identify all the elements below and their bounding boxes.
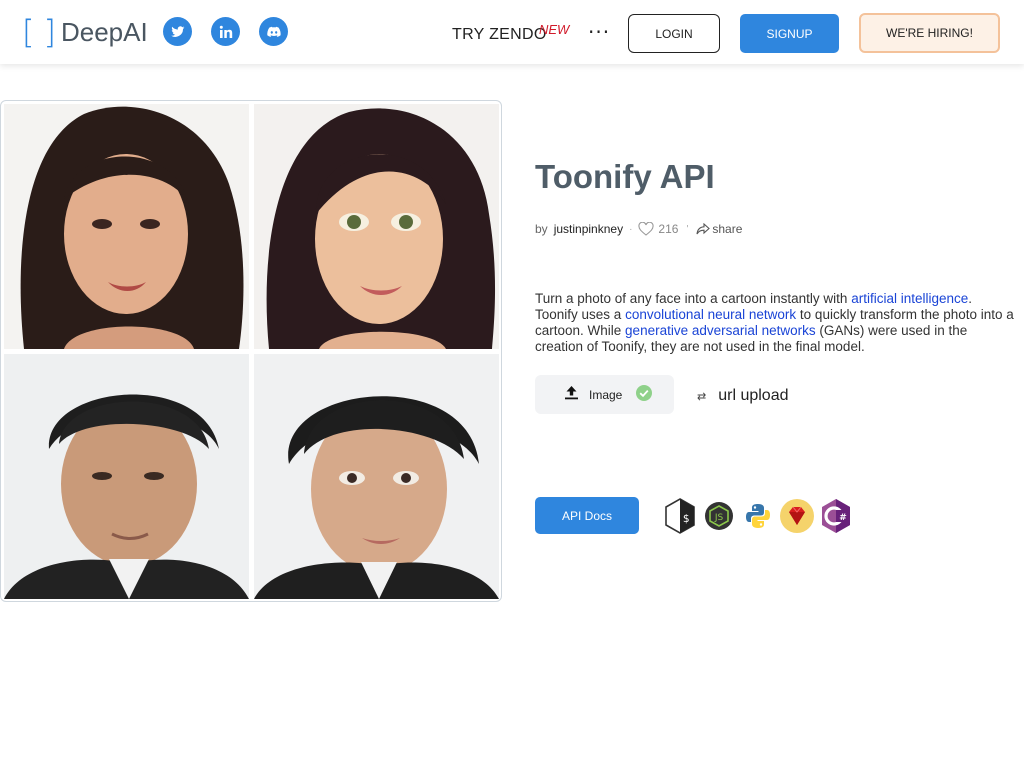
svg-text:#: # [839,513,847,523]
hiring-button[interactable]: WE'RE HIRING! [859,13,1000,53]
more-menu-icon[interactable]: ··· [588,22,610,42]
svg-text:$: $ [683,512,690,525]
cnn-link[interactable]: convolutional neural network [625,307,796,322]
desc-text-1: Turn a photo of any face into a cartoon … [535,291,852,306]
gan-link[interactable]: generative adversarial networks [625,323,816,338]
ai-link[interactable]: artificial intelligence [851,291,968,306]
logo-bracket-left: [ [22,13,35,51]
api-docs-button[interactable]: API Docs [535,497,639,534]
python-icon[interactable] [740,497,776,534]
new-badge: NEW [539,22,570,37]
heart-icon[interactable] [638,222,654,236]
nodejs-icon[interactable]: JS [701,497,737,534]
byline-separator: · [629,223,633,235]
ruby-icon[interactable] [779,497,815,534]
share-icon[interactable] [696,223,711,235]
by-label: by [535,222,548,236]
logo-bracket-right: ] [43,13,56,51]
logo-text: DeepAI [60,17,148,47]
example-photo-man-toon [254,354,499,599]
upload-icon [564,385,579,404]
svg-text:JS: JS [714,513,724,523]
login-button[interactable]: LOGIN [628,14,720,53]
upload-label: Image [589,387,623,402]
share-link[interactable]: share [712,222,742,236]
csharp-icon[interactable]: # [818,497,854,534]
signup-button[interactable]: SIGNUP [740,14,839,53]
shell-icon[interactable]: $ [662,497,698,534]
example-photo-woman [4,104,249,349]
check-icon [636,384,653,405]
linkedin-icon[interactable] [211,17,240,46]
example-photo-woman-toon [254,104,499,349]
url-upload-toggle[interactable]: ⇄ url upload [697,386,789,406]
deepai-logo[interactable]: [ ] DeepAI [22,16,148,48]
likes-count: 216 [658,222,679,236]
byline-separator-2: ' [686,223,689,235]
page-title: Toonify API [535,158,715,195]
top-navbar: [ ] DeepAI TRY ZENDO NEW ··· LOGIN SIGNU… [0,0,1024,64]
author-link[interactable]: justinpinkney [554,222,623,236]
twitter-icon[interactable] [163,17,192,46]
example-photo-man [4,354,249,599]
author-byline: by justinpinkney · 216 ' share [535,219,742,239]
discord-icon[interactable] [259,17,288,46]
example-image-grid [0,100,502,602]
api-description: Turn a photo of any face into a cartoon … [535,291,1015,355]
try-zendo-link[interactable]: TRY ZENDO [452,26,547,44]
url-upload-label: url upload [718,387,789,404]
swap-icon: ⇄ [697,390,707,403]
image-upload-button[interactable]: Image [535,375,674,414]
